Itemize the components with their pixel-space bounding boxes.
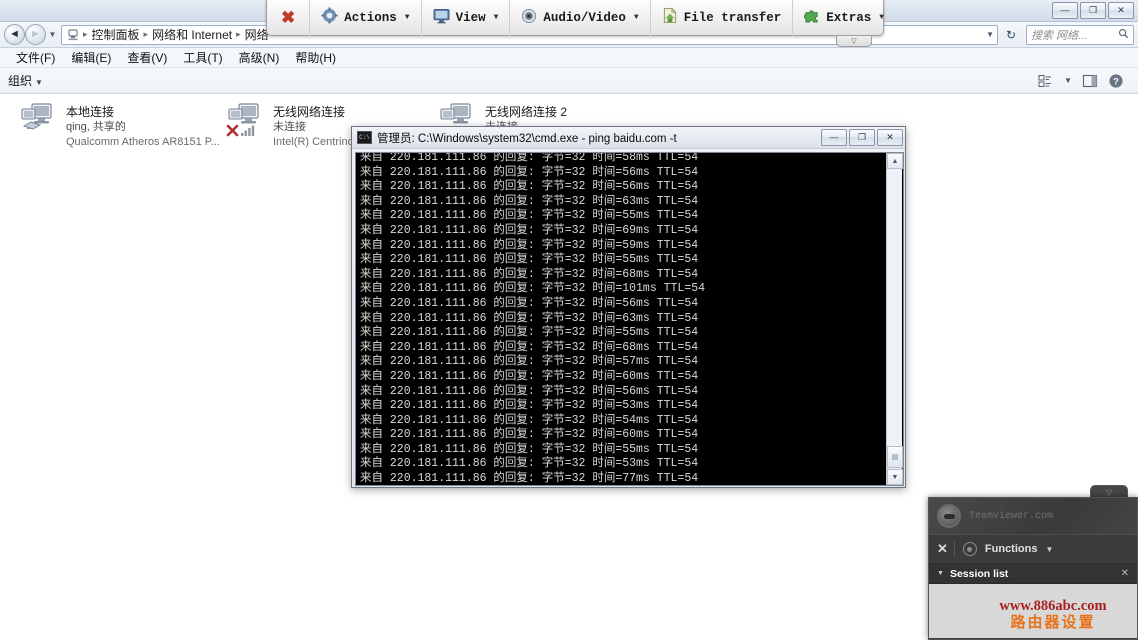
teamviewer-menu-actions[interactable]: Actions ▼ <box>310 0 422 36</box>
forward-button[interactable]: ► <box>25 24 46 45</box>
network-crumb-icon <box>65 27 81 43</box>
command-prompt-titlebar[interactable]: C:\ 管理员: C:\Windows\system32\cmd.exe - p… <box>352 127 905 149</box>
cmd-close-button[interactable]: ✕ <box>877 129 903 146</box>
chevron-down-icon[interactable]: ▼ <box>1045 545 1053 554</box>
breadcrumb-item-network-internet[interactable]: 网络和 Internet <box>149 26 235 43</box>
svg-text:?: ? <box>1113 76 1119 86</box>
minimize-button[interactable]: — <box>1052 2 1078 19</box>
teamviewer-logo-icon <box>937 504 961 528</box>
webcam-icon <box>521 8 537 28</box>
teamviewer-menu-view-label: View <box>455 10 486 25</box>
command-prompt-window-controls: — ❐ ✕ <box>821 129 903 146</box>
target-icon <box>962 542 977 556</box>
adapter-name: 无线网络连接 2 <box>485 105 568 119</box>
menu-edit[interactable]: 编辑(E) <box>63 48 119 67</box>
help-icon[interactable]: ? <box>1108 73 1124 89</box>
chevron-down-icon: ▼ <box>404 13 410 22</box>
teamviewer-menu-view[interactable]: View ▼ <box>422 0 511 36</box>
scroll-up-button[interactable]: ▲ <box>887 153 903 169</box>
teamviewer-menu-extras[interactable]: Extras ▼ <box>793 0 895 36</box>
adapter-info: 本地连接 qing, 共享的 Qualcomm Atheros AR8151 P… <box>62 98 220 150</box>
chevron-down-icon: ▼ <box>35 78 43 87</box>
watermark: www.886abc.com 路由器设置 <box>968 598 1138 632</box>
chevron-down-icon: ▼ <box>493 13 499 22</box>
file-transfer-icon <box>662 7 678 28</box>
cmd-icon: C:\ <box>357 131 372 144</box>
teamviewer-menu-audio-video[interactable]: Audio/Video ▼ <box>510 0 651 36</box>
command-prompt-window: C:\ 管理员: C:\Windows\system32\cmd.exe - p… <box>351 126 906 488</box>
search-icon <box>1118 28 1129 42</box>
puzzle-icon <box>803 8 820 28</box>
teamviewer-close-session-button[interactable]: ✖ <box>267 0 311 36</box>
adapter-status: 未连接 <box>273 121 306 133</box>
menu-file[interactable]: 文件(F) <box>8 48 63 67</box>
teamviewer-menu-file-transfer-label: File transfer <box>683 10 782 25</box>
wireless-adapter-icon <box>225 98 269 142</box>
teamviewer-functions-bar: ✕ Functions ▼ <box>929 534 1137 564</box>
monitor-icon <box>433 8 450 28</box>
teamviewer-menu-actions-label: Actions <box>344 10 397 25</box>
chevron-down-icon: ▼ <box>633 13 639 22</box>
adapter-device: Qualcomm Atheros AR8151 P... <box>66 136 220 148</box>
toolbar-right-group: ▼ ? <box>1038 73 1130 89</box>
menu-help[interactable]: 帮助(H) <box>287 48 344 67</box>
recent-locations-dropdown-icon[interactable]: ▼ <box>46 30 59 39</box>
command-prompt-console[interactable]: 来自 220.181.111.86 的回复: 字节=32 时间=58ms TTL… <box>355 152 904 486</box>
chevron-down-icon[interactable]: ▼ <box>937 570 944 577</box>
maximize-button[interactable]: ❐ <box>1080 2 1106 19</box>
list-item[interactable]: 本地连接 qing, 共享的 Qualcomm Atheros AR8151 P… <box>18 98 248 150</box>
view-options-chevron-down-icon[interactable]: ▼ <box>1064 76 1072 85</box>
explorer-window-controls: — ❐ ✕ <box>1052 2 1134 19</box>
chevron-down-icon: ▼ <box>879 13 885 22</box>
preview-pane-icon[interactable] <box>1082 74 1098 88</box>
explorer-menu-bar: 文件(F) 编辑(E) 查看(V) 工具(T) 高级(N) 帮助(H) <box>0 48 1138 68</box>
teamviewer-panel-header: TeamViewer.com <box>929 498 1137 534</box>
back-button[interactable]: ◄ <box>4 24 25 45</box>
teamviewer-menu-audio-video-label: Audio/Video <box>543 10 626 25</box>
menu-tools[interactable]: 工具(T) <box>175 48 230 67</box>
teamviewer-menu-extras-label: Extras <box>826 10 872 25</box>
command-prompt-title: 管理员: C:\Windows\system32\cmd.exe - ping … <box>377 132 677 145</box>
adapter-name: 无线网络连接 <box>273 105 346 119</box>
adapter-name: 本地连接 <box>66 105 115 119</box>
teamviewer-toolbar: ✖ Actions ▼ View ▼ Audio/Video ▼ File tr… <box>266 0 884 36</box>
scrollbar-thumb[interactable]: ▤ <box>887 446 903 468</box>
menu-view[interactable]: 查看(V) <box>119 48 175 67</box>
address-dropdown-icon[interactable]: ▼ <box>986 30 994 39</box>
organize-label: 组织 <box>8 74 33 88</box>
adapter-status: qing, 共享的 <box>66 121 126 133</box>
session-list-label: Session list <box>949 567 1009 580</box>
search-placeholder: 搜索 网络... <box>1031 29 1088 42</box>
watermark-subtitle: 路由器设置 <box>1010 614 1096 631</box>
view-options-icon[interactable] <box>1038 74 1054 88</box>
teamviewer-toolbar-collapse-handle[interactable]: ▽ <box>836 36 872 47</box>
breadcrumb-item-control-panel[interactable]: 控制面板 <box>89 26 143 43</box>
console-output-text: 来自 220.181.111.86 的回复: 字节=32 时间=58ms TTL… <box>360 152 706 486</box>
session-list-close-icon[interactable]: ✕ <box>1121 568 1129 579</box>
teamviewer-panel-close-button[interactable]: ✕ <box>937 541 955 557</box>
adapter-device: Intel(R) Centrino <box>273 136 354 148</box>
console-scrollbar[interactable]: ▲ ▤ ▼ <box>886 153 903 485</box>
teamviewer-session-list-header[interactable]: ▼ Session list ✕ <box>929 564 1137 584</box>
network-adapter-icon <box>18 98 62 142</box>
cmd-maximize-button[interactable]: ❐ <box>849 129 875 146</box>
menu-advanced[interactable]: 高级(N) <box>231 48 288 67</box>
search-input[interactable]: 搜索 网络... <box>1026 24 1134 45</box>
refresh-button[interactable]: ↻ <box>1000 25 1022 45</box>
close-button[interactable]: ✕ <box>1108 2 1134 19</box>
scroll-down-button[interactable]: ▼ <box>887 469 903 485</box>
watermark-url: www.886abc.com <box>999 598 1107 614</box>
explorer-toolbar: 组织 ▼ ▼ ? <box>0 68 1138 94</box>
cmd-minimize-button[interactable]: — <box>821 129 847 146</box>
teamviewer-brand-label: TeamViewer.com <box>969 510 1054 522</box>
gear-icon <box>321 7 338 28</box>
organize-button[interactable]: 组织 ▼ <box>8 72 43 89</box>
adapter-info: 无线网络连接 未连接 Intel(R) Centrino <box>269 98 354 150</box>
teamviewer-menu-file-transfer[interactable]: File transfer <box>651 0 794 36</box>
teamviewer-functions-label[interactable]: Functions <box>985 543 1038 555</box>
